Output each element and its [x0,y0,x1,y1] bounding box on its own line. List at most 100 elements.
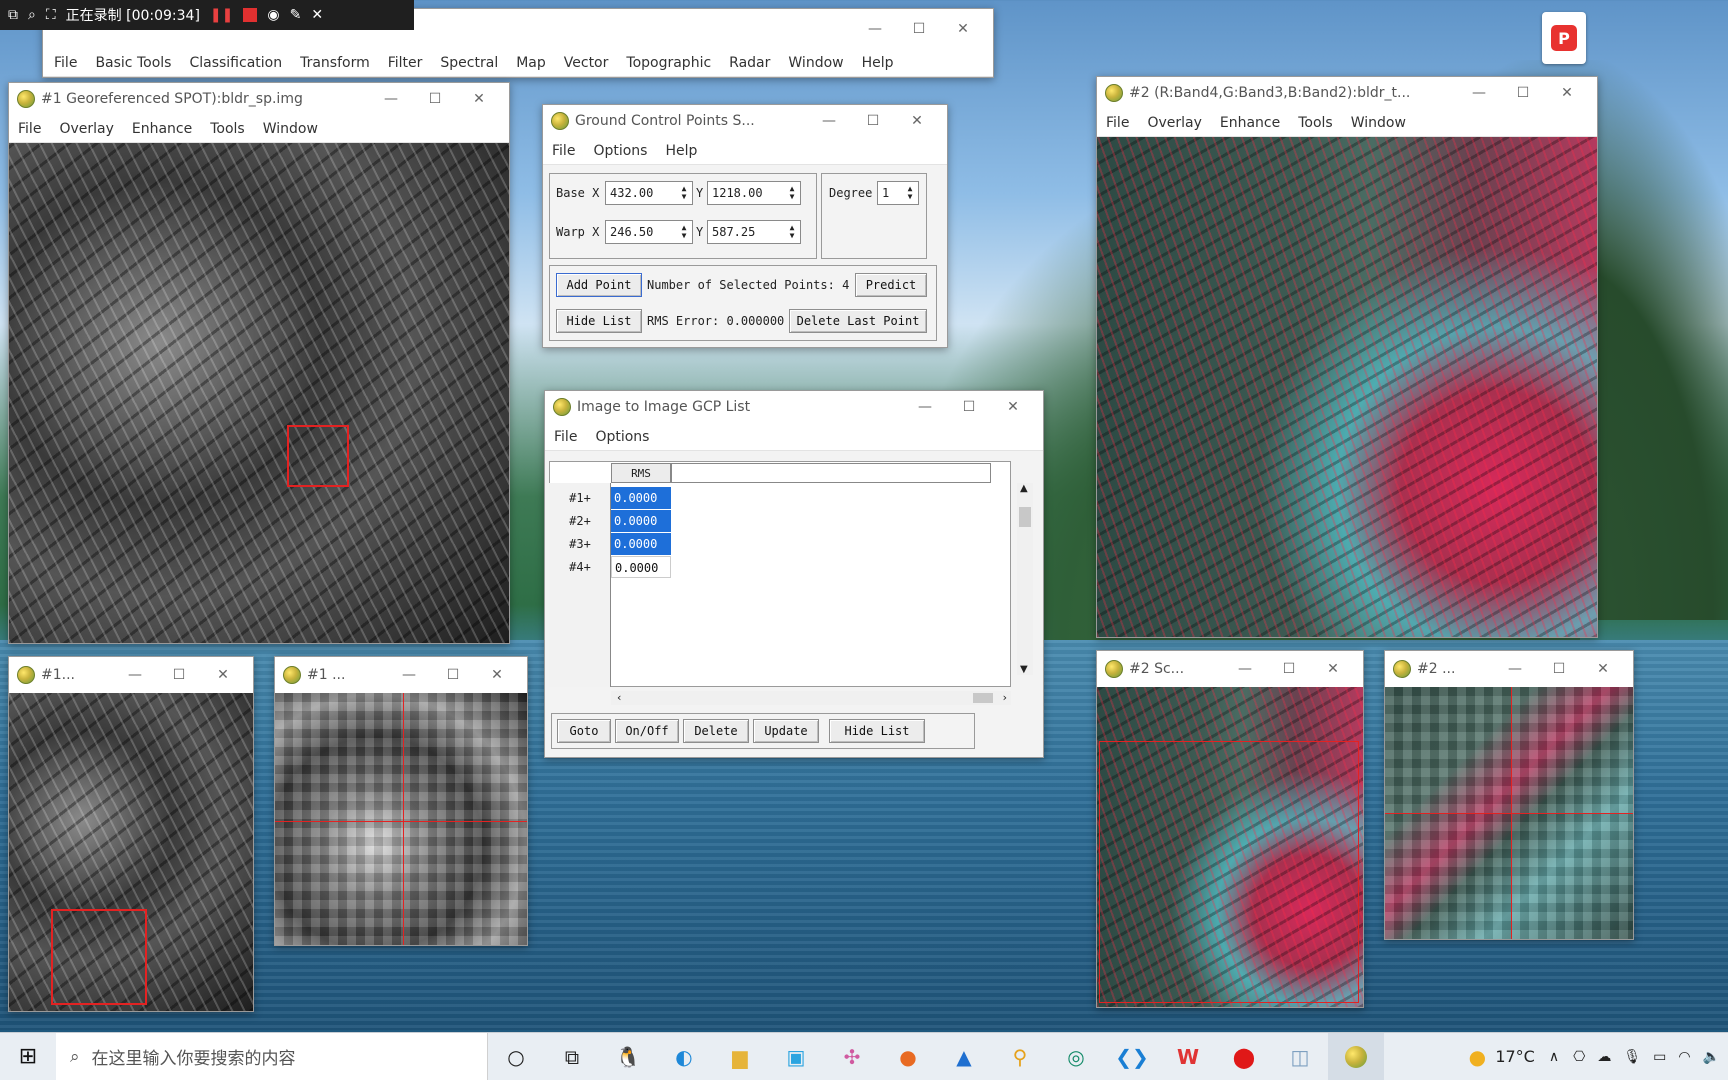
volume-icon[interactable]: 🔈 [1703,1049,1720,1065]
gcp-list-titlebar[interactable]: Image to Image GCP List — ☐ ✕ [545,391,1043,423]
close-icon[interactable]: ✕ [1311,661,1355,677]
qq-icon[interactable]: 🐧 [600,1033,656,1080]
menu-spectral[interactable]: Spectral [431,55,507,71]
table-row[interactable]: #1+ 0.0000 [549,487,681,509]
menu-tools[interactable]: Tools [1289,115,1342,131]
vertical-scrollbar[interactable]: ▲ ▼ [1017,483,1033,675]
menu-file[interactable]: File [545,429,586,445]
minimize-icon[interactable]: — [1457,85,1501,101]
zoom-region-box[interactable] [287,425,349,487]
display1-scroll-canvas[interactable] [9,693,253,1011]
close-icon[interactable]: ✕ [311,7,323,23]
goto-button[interactable]: Goto [557,719,611,743]
file-explorer-icon[interactable]: ▆ [712,1033,768,1080]
scroll-up-icon[interactable]: ▲ [1020,483,1028,494]
warp-y-input[interactable]: 587.25 ▲ ▼ [707,220,801,244]
record-icon[interactable]: ⬤ [1216,1033,1272,1080]
maximize-icon[interactable]: ☐ [851,113,895,129]
close-icon[interactable]: ✕ [1581,661,1625,677]
menu-file[interactable]: File [543,143,584,159]
menu-basic-tools[interactable]: Basic Tools [86,55,180,71]
taskbar-search-box[interactable]: ⌕ 在这里输入你要搜索的内容 [56,1032,488,1080]
maximize-icon[interactable]: ☐ [947,399,991,415]
menu-enhance[interactable]: Enhance [1211,115,1289,131]
rms-cell[interactable]: 0.0000 [611,533,671,555]
maximize-icon[interactable]: ☐ [1267,661,1311,677]
horizontal-scrollbar[interactable]: ‹ › [611,691,1011,705]
close-icon[interactable]: ✕ [457,91,501,107]
close-icon[interactable]: ✕ [991,399,1035,415]
spinner-icon[interactable]: ▲ ▼ [678,223,690,241]
chevron-up-icon[interactable]: ∧ [1549,1049,1559,1065]
display1-zoom-titlebar[interactable]: #1 ... — ☐ ✕ [275,657,527,693]
display2-image-canvas[interactable] [1097,137,1597,637]
display2-zoom-titlebar[interactable]: #2 ... — ☐ ✕ [1385,651,1633,687]
envi-taskbar-icon[interactable] [1328,1032,1384,1080]
menu-window[interactable]: Window [254,121,327,137]
scroll-down-icon[interactable]: ▼ [1020,664,1028,675]
weather-sun-icon[interactable]: ● [1459,1033,1495,1080]
base-x-input[interactable]: 432.00 ▲ ▼ [605,181,693,205]
image-region-box[interactable] [51,909,147,1005]
scroll-left-icon[interactable]: ‹ [617,691,621,704]
maximize-icon[interactable]: ☐ [1537,661,1581,677]
minimize-icon[interactable]: — [369,91,413,107]
menu-classification[interactable]: Classification [180,55,291,71]
menu-overlay[interactable]: Overlay [1138,115,1210,131]
scroll-right-icon[interactable]: › [1003,691,1007,704]
on-off-button[interactable]: On/Off [615,719,679,743]
display2-scroll-titlebar[interactable]: #2 Sc... — ☐ ✕ [1097,651,1363,687]
delete-last-point-button[interactable]: Delete Last Point [789,309,927,333]
close-icon[interactable]: ✕ [1545,85,1589,101]
gcp-titlebar[interactable]: Ground Control Points S... — ☐ ✕ [543,105,947,137]
menu-options[interactable]: Options [586,429,658,445]
vscode-icon[interactable]: ❮❯ [1104,1033,1160,1080]
cortana-icon[interactable]: ○ [488,1033,544,1080]
menu-radar[interactable]: Radar [720,55,779,71]
menu-vector[interactable]: Vector [555,55,618,71]
photos-icon[interactable]: ▲ [936,1033,992,1080]
add-point-button[interactable]: Add Point [556,273,642,297]
microphone-icon[interactable]: 🎙 [1623,1049,1641,1065]
table-row[interactable]: #4+ 0.0000 [549,556,681,578]
pdf-file-icon[interactable]: P [1542,12,1586,64]
menu-file[interactable]: File [45,55,86,71]
menu-filter[interactable]: Filter [379,55,432,71]
display2-zoom-canvas[interactable] [1385,687,1633,939]
battery-icon[interactable]: ▭ [1653,1049,1666,1065]
menu-enhance[interactable]: Enhance [123,121,201,137]
display1-zoom-canvas[interactable] [275,693,527,945]
menu-topographic[interactable]: Topographic [617,55,720,71]
maximize-icon[interactable]: ☐ [431,667,475,683]
edge-icon[interactable]: ◐ [656,1033,712,1080]
menu-options[interactable]: Options [584,143,656,159]
display2-scroll-canvas[interactable] [1097,687,1363,1007]
menu-help[interactable]: Help [853,55,903,71]
predict-button[interactable]: Predict [855,273,927,297]
task-view-icon[interactable]: ⧉ [544,1033,600,1080]
minimize-icon[interactable]: — [1493,661,1537,677]
network-icon[interactable]: ⎔ [1573,1049,1585,1065]
minimize-icon[interactable]: — [853,21,897,37]
pause-icon[interactable]: ❚❚ [210,7,233,23]
close-icon[interactable]: ✕ [475,667,519,683]
close-icon[interactable]: ✕ [941,21,985,37]
wifi-icon[interactable]: ◠ [1678,1049,1690,1065]
wps-icon[interactable]: W [1160,1033,1216,1080]
magnifier-app-icon[interactable]: ⚲ [992,1033,1048,1080]
rms-cell[interactable]: 0.0000 [611,510,671,532]
display1-image-canvas[interactable] [9,143,509,643]
degree-input[interactable]: 1 ▲ ▼ [877,181,919,205]
menu-file[interactable]: File [9,121,50,137]
menu-overlay[interactable]: Overlay [50,121,122,137]
delete-button[interactable]: Delete [683,719,749,743]
hide-list-button[interactable]: Hide List [556,309,642,333]
menu-window[interactable]: Window [779,55,852,71]
restore-icon[interactable]: ⧉ [8,7,18,23]
cloud-icon[interactable]: ☁ [1597,1049,1611,1065]
windows-start-icon[interactable]: ⊞ [0,1033,56,1080]
display1-scroll-titlebar[interactable]: #1... — ☐ ✕ [9,657,253,693]
maximize-icon[interactable]: ☐ [1501,85,1545,101]
spinner-icon[interactable]: ▲ ▼ [786,184,798,202]
maximize-icon[interactable]: ☐ [413,91,457,107]
